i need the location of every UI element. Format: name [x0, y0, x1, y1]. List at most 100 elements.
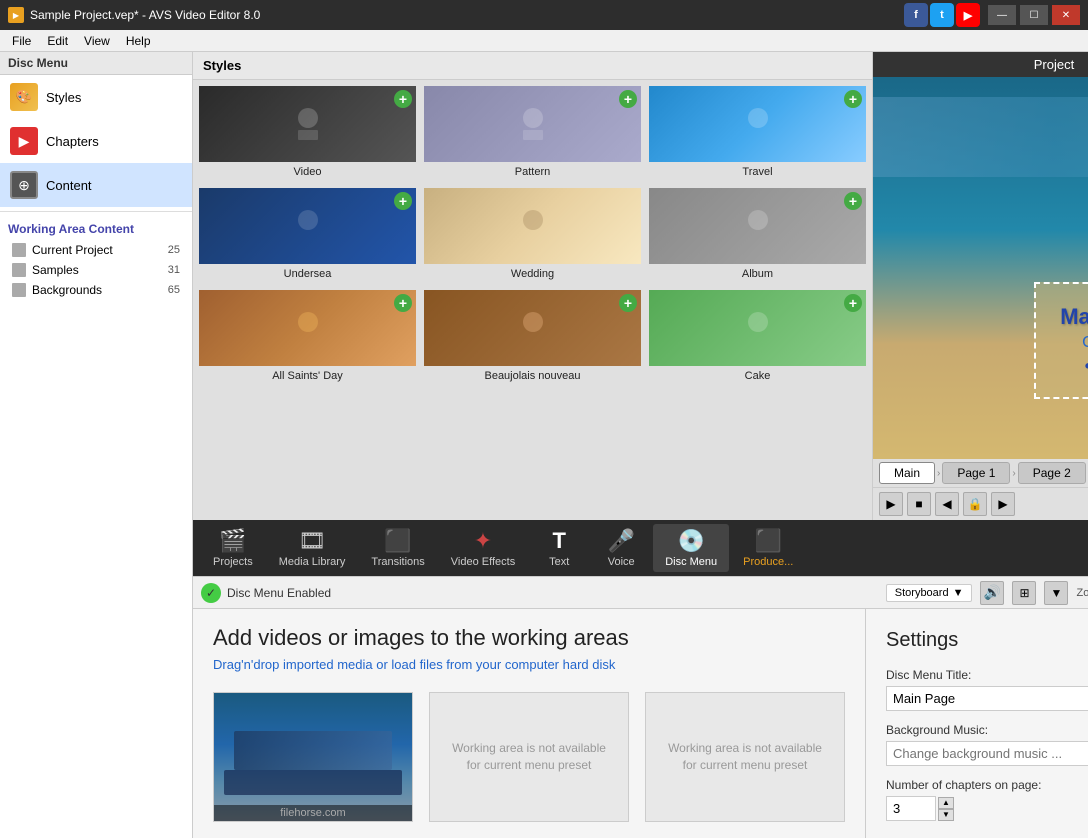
add-icon-pattern: +	[619, 90, 637, 108]
working-area-heading: Add videos or images to the working area…	[213, 625, 845, 651]
project-header: Project	[873, 52, 1088, 77]
nav-tab-media-library[interactable]: 🎞 Media Library	[267, 524, 358, 572]
nav-tab-transitions-label: Transitions	[371, 556, 424, 568]
media-slot-1[interactable]: filehorse.com	[213, 692, 413, 822]
disc-enabled-label: Disc Menu Enabled	[227, 586, 331, 600]
media-slot-watermark: filehorse.com	[214, 805, 412, 821]
sidebar-item-samples[interactable]: Samples 31	[0, 260, 192, 280]
bg-music-input[interactable]	[886, 741, 1088, 766]
style-item-saints[interactable]: + All Saints' Day	[197, 288, 418, 386]
sidebar-divider	[0, 211, 192, 212]
style-thumb-album: +	[647, 186, 868, 266]
stop-button[interactable]: ■	[907, 492, 931, 516]
nav-tab-transitions[interactable]: ⬛ Transitions	[359, 524, 436, 572]
nav-tab-text-label: Text	[549, 556, 569, 568]
volume-toolbar-button[interactable]: 🔊	[980, 581, 1004, 605]
style-thumb-cake: +	[647, 288, 868, 368]
media-slot-2-text: Working area is not available for curren…	[430, 724, 628, 790]
subtext-link[interactable]: hard disk	[563, 657, 616, 672]
menu-edit[interactable]: Edit	[39, 32, 76, 50]
menu-help[interactable]: Help	[118, 32, 159, 50]
minimize-button[interactable]: —	[988, 5, 1016, 25]
dropdown-view-button[interactable]: ▼	[1044, 581, 1068, 605]
disc-enabled-indicator: ✓ Disc Menu Enabled	[201, 583, 331, 603]
disc-menu-title-input[interactable]	[886, 686, 1088, 711]
sidebar-btn-content[interactable]: ⊕ Content	[0, 163, 192, 207]
style-label-undersea: Undersea	[284, 266, 332, 284]
storyboard-button[interactable]: Storyboard ▼	[886, 584, 973, 602]
add-icon-cake: +	[844, 294, 862, 312]
style-thumb-wedding	[422, 186, 643, 266]
style-label-pattern: Pattern	[515, 164, 550, 182]
app-body: Disc Menu 🎨 Styles ▶ Chapters ⊕ Content …	[0, 52, 1088, 838]
twitter-icon[interactable]: t	[930, 3, 954, 27]
style-item-beaujolais[interactable]: + Beaujolais nouveau	[422, 288, 643, 386]
nav-tab-text[interactable]: T Text	[529, 524, 589, 572]
style-label-cake: Cake	[745, 368, 771, 386]
page-tab-2[interactable]: Page 2	[1018, 462, 1086, 484]
add-icon-travel: +	[844, 90, 862, 108]
nav-tab-disc-menu[interactable]: 💿 Disc Menu	[653, 524, 729, 572]
style-label-video: Video	[294, 164, 322, 182]
chapters-up-button[interactable]: ▲	[938, 797, 954, 809]
style-item-video[interactable]: + Video	[197, 84, 418, 182]
page-tab-arrow-1: ›	[937, 468, 940, 479]
play-button[interactable]: ▶	[879, 492, 903, 516]
sidebar-btn-chapters[interactable]: ▶ Chapters	[0, 119, 192, 163]
styles-header: Styles	[193, 52, 872, 80]
nav-tab-video-effects-label: Video Effects	[451, 556, 515, 568]
current-project-count: 25	[168, 244, 180, 256]
grid-view-button[interactable]: ⊞	[1012, 581, 1036, 605]
lock-button[interactable]: 🔒	[963, 492, 987, 516]
style-label-travel: Travel	[742, 164, 772, 182]
preview-overlay: Main Page Chapters • Play •	[1034, 282, 1088, 399]
style-item-cake[interactable]: + Cake	[647, 288, 868, 386]
style-item-wedding[interactable]: Wedding	[422, 186, 643, 284]
media-slot-2: Working area is not available for curren…	[429, 692, 629, 822]
nav-tab-voice[interactable]: 🎤 Voice	[591, 524, 651, 572]
style-thumb-beaujolais: +	[422, 288, 643, 368]
styles-grid-container[interactable]: + Video + Pattern	[193, 80, 872, 520]
media-slot-3-text: Working area is not available for curren…	[646, 724, 844, 790]
working-area-subtext: Drag'n'drop imported media or load files…	[213, 657, 845, 672]
page-tab-main-label: Main	[894, 466, 920, 480]
preview-main-page-text: Main Page	[1060, 304, 1088, 330]
style-item-album[interactable]: + Album	[647, 186, 868, 284]
page-tab-1[interactable]: Page 1	[942, 462, 1010, 484]
sidebar-btn-styles[interactable]: 🎨 Styles	[0, 75, 192, 119]
style-item-pattern[interactable]: + Pattern	[422, 84, 643, 182]
page-tab-main[interactable]: Main	[879, 462, 935, 484]
bottom-area: Add videos or images to the working area…	[193, 608, 1088, 838]
nav-tab-produce[interactable]: ⬛ Produce...	[731, 524, 805, 572]
sidebar-item-backgrounds[interactable]: Backgrounds 65	[0, 280, 192, 300]
social-icons: f t ▶	[904, 3, 980, 27]
preview-chapters-text: Chapters	[1060, 334, 1088, 352]
youtube-icon[interactable]: ▶	[956, 3, 980, 27]
project-panel: Styles + Video	[193, 52, 1088, 838]
chapters-down-button[interactable]: ▼	[938, 809, 954, 821]
project-preview: Main Page Chapters • Play •	[873, 77, 1088, 459]
settings-title: Settings	[886, 629, 1088, 652]
menu-file[interactable]: File	[4, 32, 39, 50]
next-button[interactable]: ▶	[991, 492, 1015, 516]
prev-button[interactable]: ◀	[935, 492, 959, 516]
maximize-button[interactable]: ☐	[1020, 5, 1048, 25]
samples-icon	[12, 263, 26, 277]
sidebar-item-current-project[interactable]: Current Project 25	[0, 240, 192, 260]
page-tab-2-label: Page 2	[1033, 466, 1071, 480]
titlebar-left: ▶ Sample Project.vep* - AVS Video Editor…	[8, 7, 260, 23]
menu-view[interactable]: View	[76, 32, 118, 50]
style-thumb-undersea: +	[197, 186, 418, 266]
window-title: Sample Project.vep* - AVS Video Editor 8…	[30, 8, 260, 22]
styles-icon: 🎨	[10, 83, 38, 111]
nav-tab-projects[interactable]: 🎬 Projects	[201, 524, 265, 572]
facebook-icon[interactable]: f	[904, 3, 928, 27]
right-panel: Project Main Page Chapters • Play •	[873, 52, 1088, 520]
style-item-undersea[interactable]: + Undersea	[197, 186, 418, 284]
nav-tab-video-effects[interactable]: ✦ Video Effects	[439, 524, 527, 572]
toolbar-right: Storyboard ▼ 🔊 ⊞ ▼ Zoom: ⛶	[886, 581, 1088, 605]
style-item-travel[interactable]: + Travel	[647, 84, 868, 182]
chapters-input[interactable]	[886, 796, 936, 821]
close-button[interactable]: ✕	[1052, 5, 1080, 25]
page-tab-1-label: Page 1	[957, 466, 995, 480]
